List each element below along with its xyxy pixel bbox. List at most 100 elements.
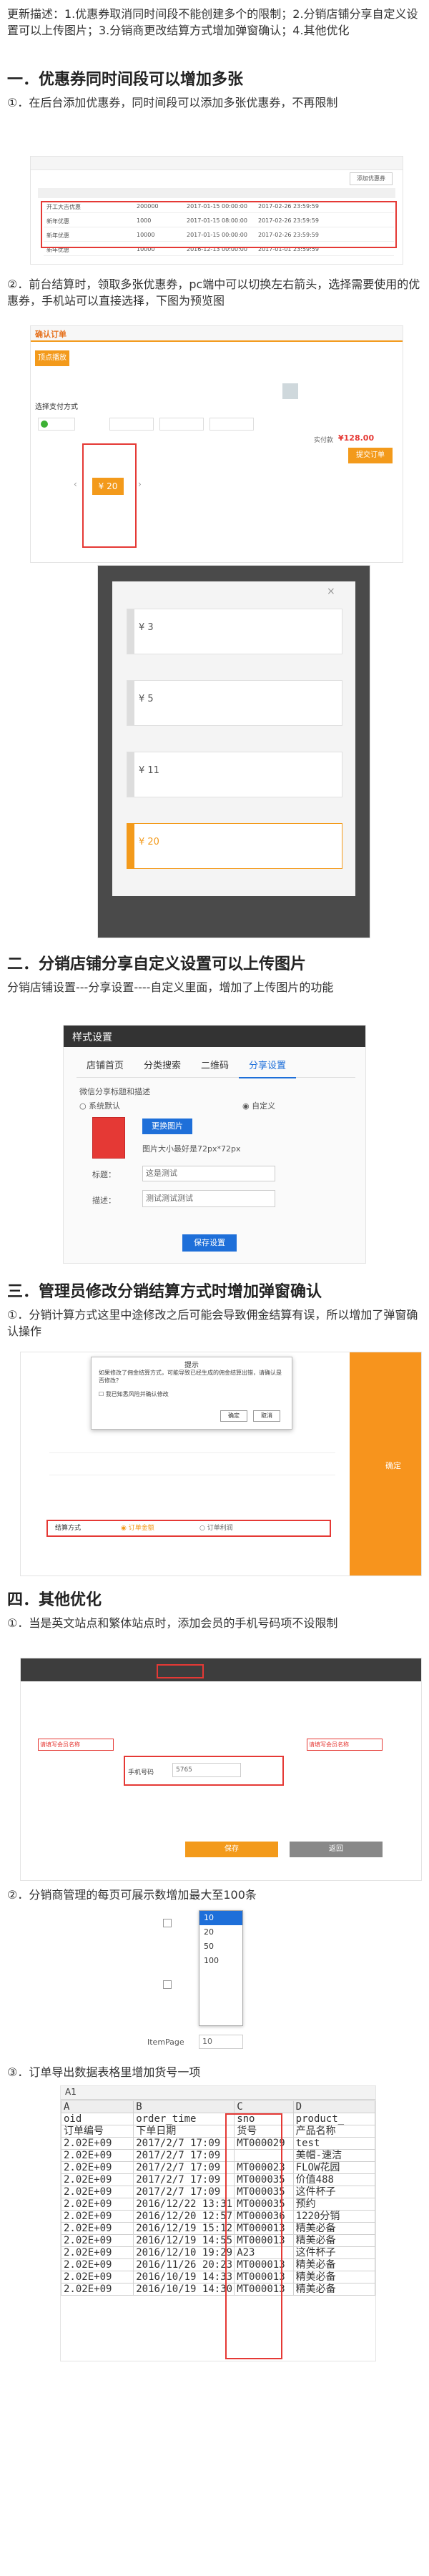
excel-cell[interactable]: 2.02E+09 [61, 2137, 134, 2150]
excel-cell[interactable]: 2.02E+09 [61, 2271, 134, 2284]
excel-cell[interactable]: 这件杯子 [292, 2186, 375, 2198]
save-member-button[interactable]: 保存 [185, 1842, 278, 1857]
excel-data-row: 2.02E+09 2016/12/19 14:55 MT000013 精美必备 [61, 2234, 375, 2247]
excel-cell[interactable]: 订单编号 [61, 2125, 134, 2138]
excel-cell[interactable]: 产品名称 [292, 2125, 375, 2138]
section-4-p2: ②．分销商管理的每页可展示数增加最大至100条 [7, 1888, 257, 1902]
excel-cell[interactable]: 1220分销 [292, 2210, 375, 2223]
wechat-pay-icon[interactable] [38, 418, 75, 431]
excel-cell[interactable]: D [292, 2100, 375, 2113]
mobile-coupon[interactable]: ¥ 20 [127, 823, 342, 869]
excel-cell[interactable]: 精美必备 [292, 2258, 375, 2271]
coupon-arrow-right-icon[interactable]: › [138, 479, 142, 489]
pagesize-checkbox-2[interactable] [163, 1980, 172, 1989]
share-tab[interactable]: 分类搜索 [134, 1056, 191, 1077]
section-1-p1: ①．在后台添加优惠券，同时间段可以添加多张优惠券，不再限制 [7, 96, 338, 109]
excel-cell[interactable]: C [234, 2100, 294, 2113]
excel-cell[interactable]: 2017/2/7 17:09 [133, 2186, 235, 2198]
excel-cell[interactable]: 2016/12/22 13:31 [133, 2198, 235, 2211]
excel-cell[interactable]: 2016/12/20 12:57 [133, 2210, 235, 2223]
confirm-dialog-check[interactable]: ☐ 我已知悉风险并确认修改 [99, 1390, 169, 1398]
excel-cell[interactable]: 2.02E+09 [61, 2210, 134, 2223]
excel-cell[interactable]: 预约 [292, 2198, 375, 2211]
excel-cell[interactable]: 2016/12/19 14:55 [133, 2234, 235, 2247]
excel-cell[interactable]: 2.02E+09 [61, 2222, 134, 2235]
excel-cell[interactable]: 2.02E+09 [61, 2234, 134, 2247]
back-button[interactable]: 返回 [290, 1842, 383, 1857]
excel-cell[interactable]: 下单日期 [133, 2125, 235, 2138]
mobile-coupon[interactable]: ¥ 11 [127, 752, 342, 797]
pagesize-select[interactable]: 10 [199, 2035, 243, 2049]
share-tab[interactable]: 二维码 [191, 1056, 239, 1077]
radio-order-profit[interactable]: ○ 订单利润 [199, 1523, 233, 1532]
excel-cell[interactable]: 2016/10/19 14:30 [133, 2283, 235, 2296]
excel-cell[interactable]: 美帽-速洁 [292, 2149, 375, 2162]
close-icon[interactable]: × [327, 586, 335, 597]
excel-cell[interactable]: 2.02E+09 [61, 2173, 134, 2186]
excel-cell[interactable]: A [61, 2100, 134, 2113]
radio-system[interactable]: ○ 系统默认 [79, 1100, 120, 1111]
pagesize-dropdown[interactable]: 10 20 50 100 [199, 1910, 243, 2026]
excel-cell[interactable]: 2016/11/26 20:23 [133, 2258, 235, 2271]
excel-cell[interactable]: 2.02E+09 [61, 2283, 134, 2296]
excel-cell[interactable]: 2016/10/19 14:33 [133, 2271, 235, 2284]
mobile-coupon[interactable]: ¥ 5 [127, 680, 342, 726]
excel-cell[interactable]: test [292, 2137, 375, 2150]
cell-reference[interactable]: A1 [65, 2087, 77, 2097]
pagesize-option[interactable]: 50 [199, 1940, 242, 1954]
excel-cell[interactable]: 2017/2/7 17:09 [133, 2149, 235, 2162]
excel-data-row: 2.02E+09 2017/2/7 17:09 MT000023 FLOW花园 [61, 2161, 375, 2174]
save-settings-button[interactable]: 保存设置 [182, 1234, 237, 1252]
share-section-label: 微信分享标题和描述 [79, 1087, 150, 1096]
excel-cell[interactable]: 2.02E+09 [61, 2198, 134, 2211]
excel-cell[interactable]: order_time [133, 2113, 235, 2125]
excel-cell[interactable]: 精美必备 [292, 2222, 375, 2235]
settlement-screenshot: 确定 提示 如果修改了佣金结算方式，可能导致已经生成的佣金结算出错，请确认是否修… [20, 1352, 422, 1576]
pagesize-option[interactable]: 20 [199, 1925, 242, 1940]
excel-cell[interactable]: 2016/12/19 15:12 [133, 2222, 235, 2235]
excel-cell[interactable]: 2.02E+09 [61, 2258, 134, 2271]
dialog-ok-button[interactable]: 确定 [220, 1410, 247, 1422]
add-coupon-button[interactable]: 添加优惠券 [350, 172, 393, 185]
side-confirm-button[interactable]: 确定 [385, 1460, 401, 1471]
excel-cell[interactable]: 2.02E+09 [61, 2186, 134, 2198]
share-tab[interactable]: 分享设置 [239, 1056, 297, 1078]
section-2-p1: 分销店铺设置---分享设置----自定义里面，增加了上传图片的功能 [7, 980, 334, 994]
excel-cell[interactable]: 2017/2/7 17:09 [133, 2173, 235, 2186]
radio-order-amount[interactable]: ◉ 订单金额 [121, 1523, 154, 1532]
excel-cell[interactable]: 2.02E+09 [61, 2246, 134, 2259]
excel-cell[interactable]: 精美必备 [292, 2283, 375, 2296]
excel-cell[interactable]: 精美必备 [292, 2271, 375, 2284]
bank-icon-2[interactable] [159, 418, 204, 431]
excel-cell[interactable]: FLOW花园 [292, 2161, 375, 2174]
pagesize-option[interactable]: 10 [199, 1911, 242, 1925]
coupon-arrow-left-icon[interactable]: ‹ [74, 479, 77, 489]
excel-cell[interactable]: 2016/12/10 19:29 [133, 2246, 235, 2259]
excel-cell[interactable]: 2017/2/7 17:09 [133, 2137, 235, 2150]
bank-icon-3[interactable] [209, 418, 254, 431]
excel-cell[interactable]: 精美必备 [292, 2234, 375, 2247]
excel-cell[interactable]: 价值488 [292, 2173, 375, 2186]
excel-cell[interactable]: product_ [292, 2113, 375, 2125]
dialog-cancel-button[interactable]: 取消 [253, 1410, 280, 1422]
share-tab[interactable]: 店铺首页 [77, 1056, 134, 1077]
excel-cell[interactable]: 2.02E+09 [61, 2149, 134, 2162]
desc-input[interactable]: 测试测试测试 [142, 1190, 275, 1207]
excel-table: A B C Doid order_time sno product_ 订单编号 下单日期 货号 产品… [61, 2100, 375, 2296]
change-image-button[interactable]: 更换图片 [142, 1119, 192, 1134]
coupon-selector[interactable] [82, 443, 137, 548]
excel-cell[interactable]: B [133, 2100, 235, 2113]
title-input[interactable]: 这是测试 [142, 1166, 275, 1181]
excel-cell[interactable]: 这件杯子 [292, 2246, 375, 2259]
pagesize-option[interactable]: 100 [199, 1954, 242, 1968]
excel-cell[interactable]: 2.02E+09 [61, 2161, 134, 2174]
selected-coupon[interactable]: ¥ 20 [92, 478, 124, 495]
submit-order-button[interactable]: 提交订单 [348, 448, 393, 463]
image-size-hint: 图片大小最好是72px*72px [142, 1144, 241, 1154]
bank-icon-1[interactable] [109, 418, 154, 431]
radio-custom[interactable]: ◉ 自定义 [242, 1100, 275, 1111]
excel-cell[interactable]: oid [61, 2113, 134, 2125]
excel-cell[interactable]: 2017/2/7 17:09 [133, 2161, 235, 2174]
mobile-coupon[interactable]: ¥ 3 [127, 609, 342, 654]
pagesize-checkbox-1[interactable] [163, 1919, 172, 1927]
